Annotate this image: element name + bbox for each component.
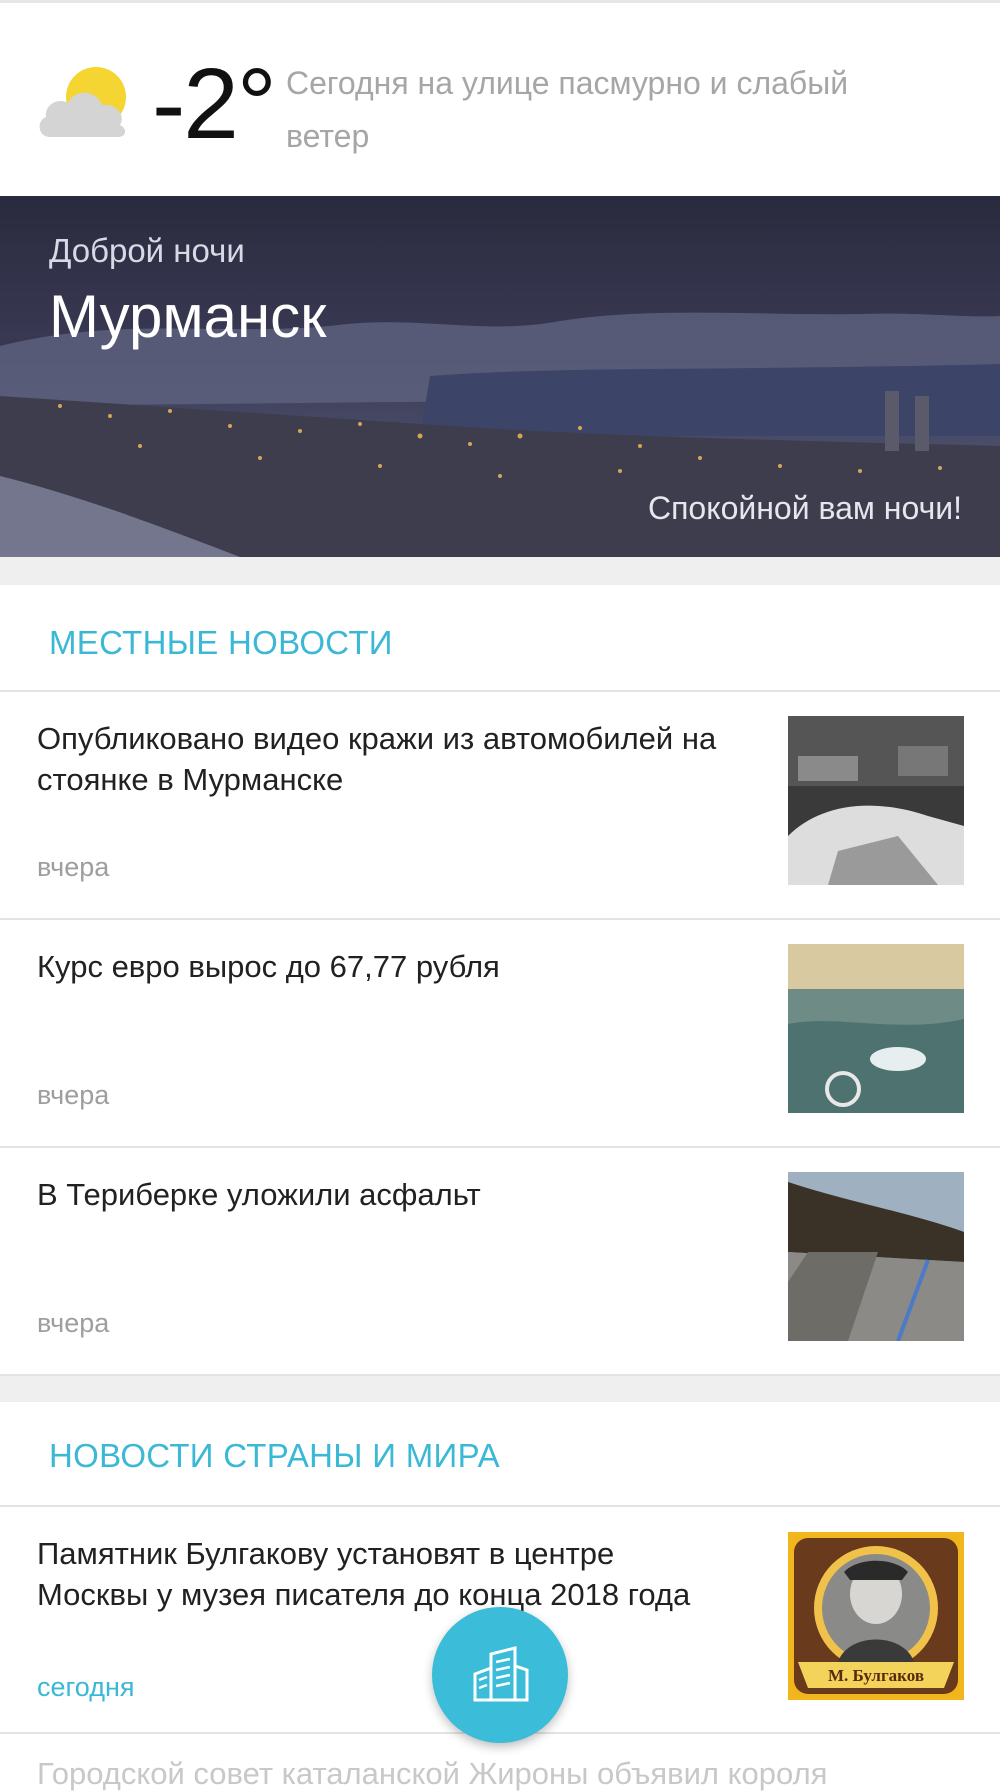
news-thumbnail xyxy=(788,716,964,885)
weather-description: Сегодня на улице пасмурно и слабый ветер xyxy=(286,65,849,154)
greeting-text: Доброй ночи xyxy=(49,232,245,269)
news-thumbnail xyxy=(788,944,964,1113)
temperature: -2° xyxy=(152,48,277,160)
news-item[interactable]: В Териберке уложили асфальт вчера xyxy=(0,1148,1000,1374)
news-thumbnail xyxy=(788,1172,964,1341)
news-time: вчера xyxy=(37,1308,110,1338)
news-time: сегодня xyxy=(37,1672,135,1702)
section-title-local-news[interactable]: МЕСТНЫЕ НОВОСТИ xyxy=(49,624,393,662)
wish-text: Спокойной вам ночи! xyxy=(647,490,962,526)
news-item[interactable]: Курс евро вырос до 67,77 рубля вчера xyxy=(0,920,1000,1146)
weather-widget[interactable]: -2° Сегодня на улице пасмурно и слабый в… xyxy=(0,3,1000,196)
section-gap xyxy=(0,557,1000,585)
partly-cloudy-icon xyxy=(39,67,126,137)
news-time: вчера xyxy=(37,1080,110,1110)
city-fab-button[interactable] xyxy=(432,1607,568,1743)
news-title: В Териберке уложили асфальт xyxy=(37,1177,481,1212)
city-buildings-icon xyxy=(473,1646,529,1702)
thumbnail-caption: М. Булгаков xyxy=(828,1666,924,1685)
news-title: Опубликовано видео кражи из автомобилей … xyxy=(37,721,717,797)
news-time: вчера xyxy=(37,852,110,882)
news-title-partial[interactable]: Городской совет каталанской Жироны объяв… xyxy=(37,1756,827,1792)
city-hero-banner[interactable]: Доброй ночи Мурманск Спокойной вам ночи! xyxy=(0,196,1000,557)
section-title-world-news[interactable]: НОВОСТИ СТРАНЫ И МИРА xyxy=(49,1437,500,1475)
news-title: Курс евро вырос до 67,77 рубля xyxy=(37,949,500,984)
section-gap xyxy=(0,1376,1000,1402)
news-title: Памятник Булгакову установят в центре Мо… xyxy=(37,1536,691,1612)
news-item[interactable]: Опубликовано видео кражи из автомобилей … xyxy=(0,692,1000,918)
city-name: Мурманск xyxy=(49,283,327,350)
news-thumbnail: М. Булгаков xyxy=(788,1532,964,1700)
